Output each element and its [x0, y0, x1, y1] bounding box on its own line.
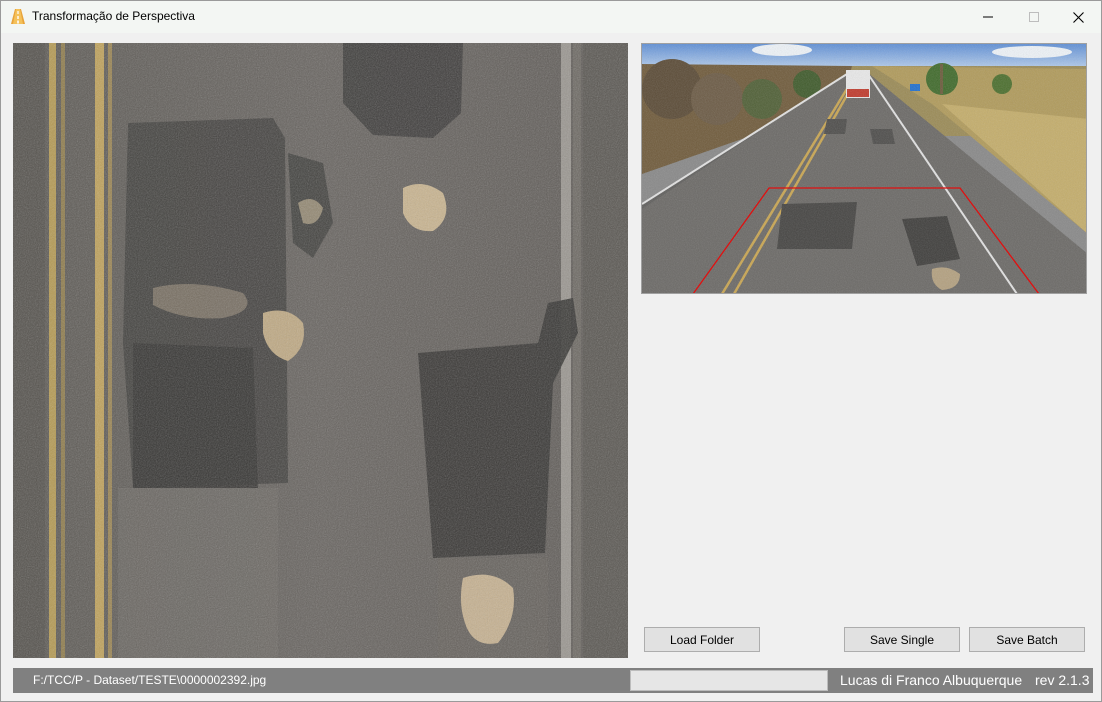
current-file-path: F:/TCC/P - Dataset/TESTE\0000002392.jpg — [33, 673, 267, 687]
app-window: Transformação de Perspectiva Load Folder… — [0, 0, 1102, 702]
transformed-road-image — [13, 43, 628, 658]
close-button[interactable] — [1055, 1, 1101, 33]
maximize-icon — [1029, 12, 1039, 22]
save-single-button[interactable]: Save Single — [844, 627, 960, 652]
minimize-icon — [983, 16, 993, 18]
maximize-button[interactable] — [1011, 1, 1057, 33]
title-bar[interactable]: Transformação de Perspectiva — [1, 1, 1101, 33]
original-image-preview[interactable] — [641, 43, 1087, 294]
save-batch-button[interactable]: Save Batch — [969, 627, 1085, 652]
progress-bar — [630, 670, 828, 691]
load-folder-button[interactable]: Load Folder — [644, 627, 760, 652]
road-app-icon — [11, 9, 25, 24]
author-label: Lucas di Franco Albuquerque — [840, 672, 1023, 688]
road-photo — [642, 44, 1086, 293]
transformed-image-view — [13, 43, 628, 658]
close-icon — [1072, 11, 1084, 23]
window-title: Transformação de Perspectiva — [32, 9, 195, 23]
revision-label: rev 2.1.3 — [1035, 672, 1090, 688]
minimize-button[interactable] — [965, 1, 1011, 33]
status-bar: F:/TCC/P - Dataset/TESTE\0000002392.jpg … — [13, 668, 1093, 693]
